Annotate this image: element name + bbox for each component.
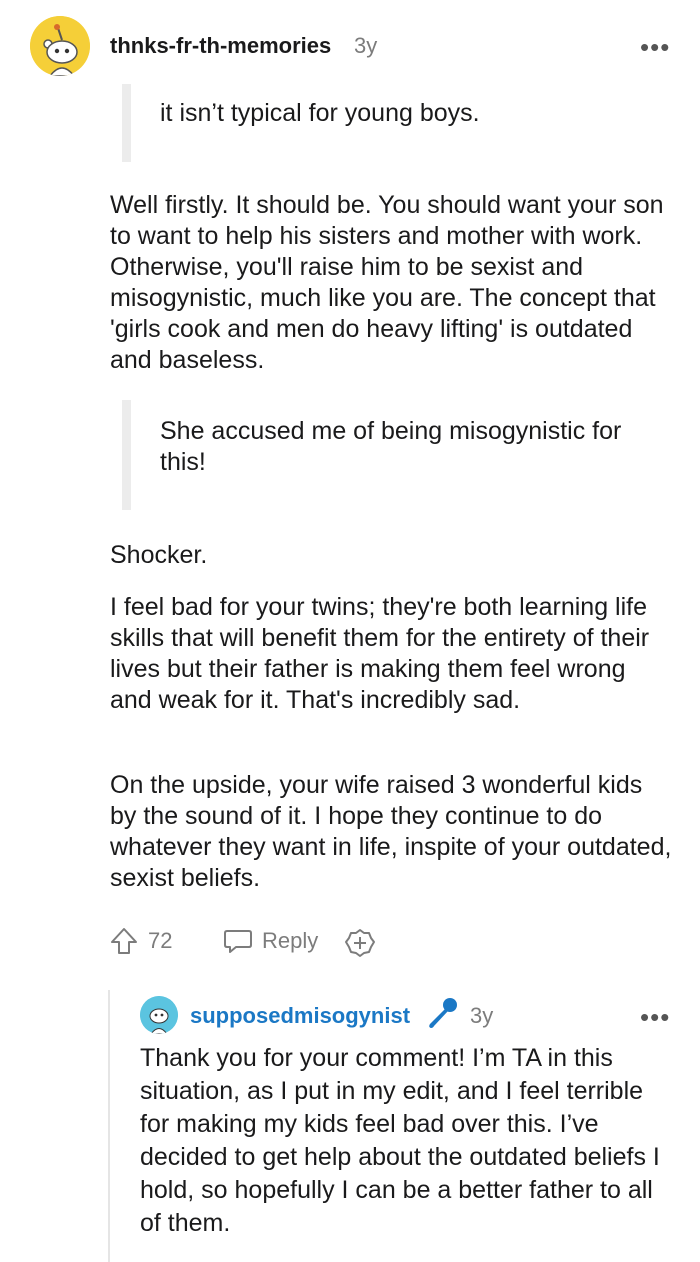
avatar[interactable] [140,996,178,1034]
comment-paragraph: Shocker. [110,541,208,569]
comment-age: 3y [354,33,378,58]
avatar[interactable] [30,16,90,76]
comment-paragraph: On the upside, your wife raised 3 wonder… [110,771,672,892]
thread-line[interactable] [108,990,110,1262]
snoo-avatar-icon [140,996,178,1034]
reply-age: 3y [470,1003,494,1028]
quote-text: She accused me of being misogynistic for… [160,417,622,476]
quote-bar [122,84,131,162]
snoo-avatar-icon [30,16,90,76]
more-dots-icon[interactable]: ••• [640,34,670,60]
comment-author[interactable]: thnks-fr-th-memories [110,33,331,59]
vote-count: 72 [148,928,173,953]
reply-author[interactable]: supposedmisogynist [190,1003,410,1029]
quote-bar [122,400,131,510]
award-plus-icon[interactable] [344,927,376,959]
comment-paragraph: I feel bad for your twins; they're both … [110,593,650,714]
more-dots-icon[interactable]: ••• [640,1004,670,1030]
reply-label: Reply [262,928,319,953]
upvote-icon[interactable] [108,925,140,957]
comment-paragraph: Well firstly. It should be. You should w… [110,191,664,374]
microphone-icon [424,996,460,1032]
comment-bubble-icon [222,925,254,957]
quote-text: it isn’t typical for young boys. [160,99,480,127]
upvote-group: 72 [108,925,172,957]
reply-text: Thank you for your comment! I’m TA in th… [140,1044,660,1237]
reply-button[interactable]: Reply [222,925,318,957]
